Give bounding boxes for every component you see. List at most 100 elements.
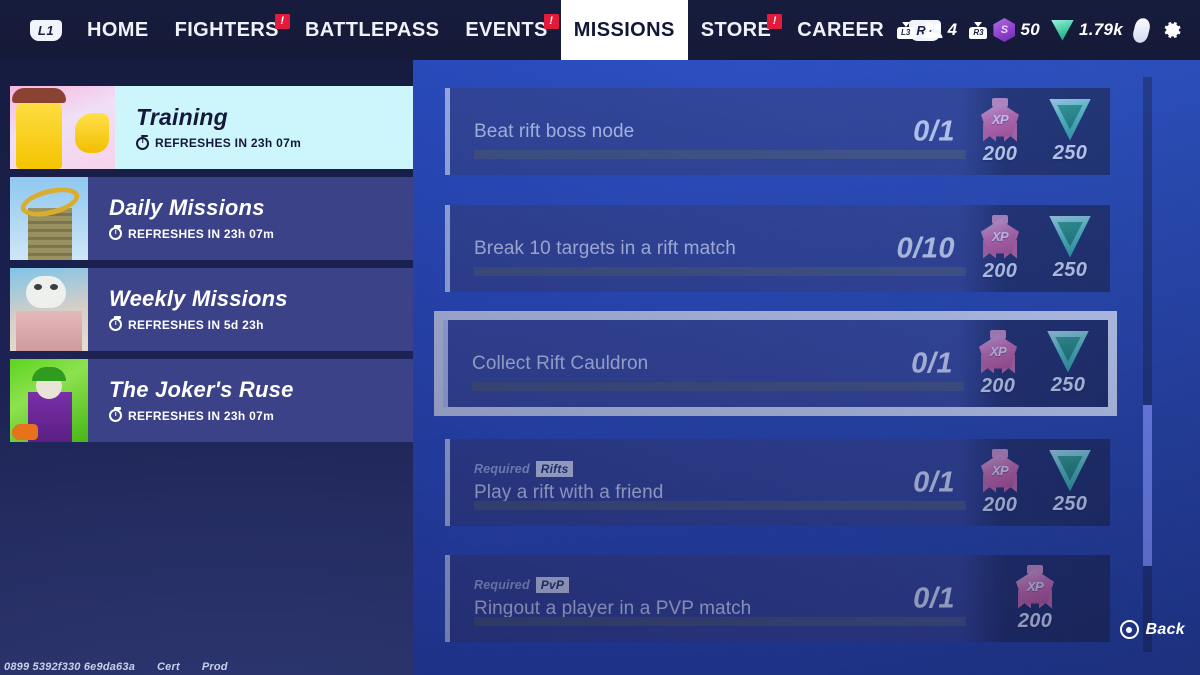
mission-card-body: Required Rifts Play a rift with a friend 0/… [445,439,1110,526]
build-id: 0899 5392f330 6e9da63a [4,661,136,673]
back-button[interactable]: Back [1119,620,1185,639]
right-stick-icon: R3 [968,21,988,39]
mission-card-body: Collect Rift Cauldron 0/1 XP 200 250 [443,320,1108,407]
mission-card-selected[interactable]: Collect Rift Cauldron 0/1 XP 200 250 [434,311,1117,416]
panel-scrollbar[interactable] [1143,77,1152,652]
mission-card[interactable]: Required PvP Ringout a player in a PVP mat… [445,555,1110,642]
reward-token: 250 [1042,449,1098,516]
nav-item-label: HOME [87,18,149,41]
xp-badge-icon: XP [979,448,1021,493]
nav-item-label: STORE [700,18,772,41]
sidebar-item-training[interactable]: Training REFRESHES IN 23h 07m [10,86,414,169]
mission-required-label: Required [474,462,530,477]
sidebar-item-thumbnail [10,359,88,442]
nav-item-battlepass[interactable]: BATTLEPASS [292,0,452,60]
sidebar-item-refresh-timer: REFRESHES IN 23h 07m [109,225,414,241]
mission-progress-bar [472,382,964,391]
reward-token: 250 [1042,98,1098,165]
nav-item-alert-badge: ! [274,14,290,29]
xp-badge-label: XP [991,229,1009,244]
xp-badge-icon: XP [979,214,1021,259]
nav-item-career[interactable]: CAREER [784,0,897,60]
nav-item-list: HOME FIGHTERS! BATTLEPASS EVENTS! MISSIONS ST… [74,0,897,60]
mission-card-body: Beat rift boss node 0/1 XP 200 250 [445,88,1110,175]
sidebar-item-refresh-timer: REFRESHES IN 23h 07m [109,407,414,423]
mission-progress-bar [474,150,966,159]
reward-xp: XP 200 [970,329,1026,398]
nav-item-fighters[interactable]: FIGHTERS! [162,0,292,60]
build-env-cert: Cert [157,661,180,673]
xp-badge-label: XP [1026,579,1044,594]
sidebar-item-title: Daily Missions [109,195,265,221]
mission-rewards: XP 200 [960,555,1110,642]
currency-token-indicator[interactable]: 1.79k [1050,19,1123,41]
nav-item-store[interactable]: STORE! [688,0,785,60]
scrollbar-thumb[interactable] [1143,404,1152,566]
sidebar-item-body: Daily Missions REFRESHES IN 23h 07m [88,177,414,260]
nav-items-group: L1 HOME FIGHTERS! BATTLEPASS EVENTS! MISSION… [30,0,942,60]
currency-gem-indicator[interactable]: R3 S 50 [968,18,1040,42]
mission-rewards: XP 200 250 [960,205,1110,292]
top-navigation-bar: L1 HOME FIGHTERS! BATTLEPASS EVENTS! MISSION… [0,0,1200,60]
token-badge-icon [1049,98,1091,141]
build-info: 0899 5392f330 6e9da63a Cert Prod [4,661,228,673]
token-amount: 1.79k [1078,20,1123,39]
mission-progress-count: 0/1 [913,115,955,147]
nav-item-events[interactable]: EVENTS! [452,0,560,60]
xp-badge-icon: XP [979,97,1021,142]
mission-progress-bar [474,267,966,276]
reward-amount: 250 [1052,492,1088,515]
reward-amount: 200 [982,493,1018,516]
mission-progress-count: 0/1 [913,466,955,498]
nav-item-label: CAREER [797,18,885,41]
sidebar-item-daily-missions[interactable]: Daily Missions REFRESHES IN 23h 07m [10,177,414,260]
reward-amount: 200 [1017,609,1053,632]
mission-card[interactable]: Beat rift boss node 0/1 XP 200 250 [445,88,1110,175]
party-indicator[interactable]: L3 4 [896,20,958,40]
friends-icon [921,22,943,38]
mission-progress-bar [474,617,966,626]
xp-badge-label: XP [989,344,1007,359]
nav-item-alert-badge: ! [543,14,559,29]
sidebar-item-thumbnail [10,86,115,169]
circle-button-icon [1119,620,1139,639]
sidebar-item-title: Weekly Missions [109,286,288,312]
nav-item-missions[interactable]: MISSIONS [560,0,688,60]
game-screen: L1 HOME FIGHTERS! BATTLEPASS EVENTS! MISSION… [0,0,1200,675]
sidebar-item-refresh-label: REFRESHES IN 23h 07m [128,408,275,423]
mission-card-body: Break 10 targets in a rift match 0/10 XP 20… [445,205,1110,292]
sidebar-item-thumbnail [10,268,88,351]
nav-item-home[interactable]: HOME [74,0,162,60]
token-badge-icon [1049,449,1091,492]
missions-panel: Beat rift boss node 0/1 XP 200 250 Break 10 t… [413,55,1200,675]
mission-progress-count: 0/1 [911,347,953,379]
gear-icon[interactable] [1160,18,1184,42]
clock-icon [109,407,122,423]
mission-card[interactable]: Break 10 targets in a rift match 0/10 XP 20… [445,205,1110,292]
clock-icon [109,316,122,332]
reward-xp: XP 200 [972,97,1028,166]
mission-progress-bar [474,501,966,510]
build-env-prod: Prod [201,661,228,673]
sidebar-item-title: Training [136,103,228,130]
sidebar-item-the-joker-s-ruse[interactable]: The Joker's Ruse REFRESHES IN 23h 07m [10,359,414,442]
gem-amount: 50 [1020,20,1040,39]
mission-mode-chip: Rifts [535,461,574,478]
sidebar-item-refresh-timer: REFRESHES IN 5d 23h [109,316,414,332]
mission-card-body: Required PvP Ringout a player in a PVP mat… [445,555,1110,642]
mission-progress-count: 0/10 [896,232,955,264]
sidebar-item-weekly-missions[interactable]: Weekly Missions REFRESHES IN 5d 23h [10,268,414,351]
friends-count: 4 [947,20,958,39]
left-bumper-icon[interactable]: L1 [30,19,62,41]
back-button-label: Back [1145,620,1185,638]
reward-amount: 250 [1052,258,1088,281]
capsule-icon[interactable] [1131,16,1152,44]
sidebar-item-title: The Joker's Ruse [109,377,294,403]
mission-card[interactable]: Required Rifts Play a rift with a friend 0/… [445,439,1110,526]
nav-item-label: EVENTS [465,18,548,41]
sidebar-item-body: Training REFRESHES IN 23h 07m [115,86,414,169]
nav-item-label: BATTLEPASS [304,18,440,41]
hud-status-group: L3 4 R3 S 50 1.79k [896,0,1184,60]
reward-xp: XP 200 [972,214,1028,283]
left-stick-icon: L3 [896,21,916,39]
